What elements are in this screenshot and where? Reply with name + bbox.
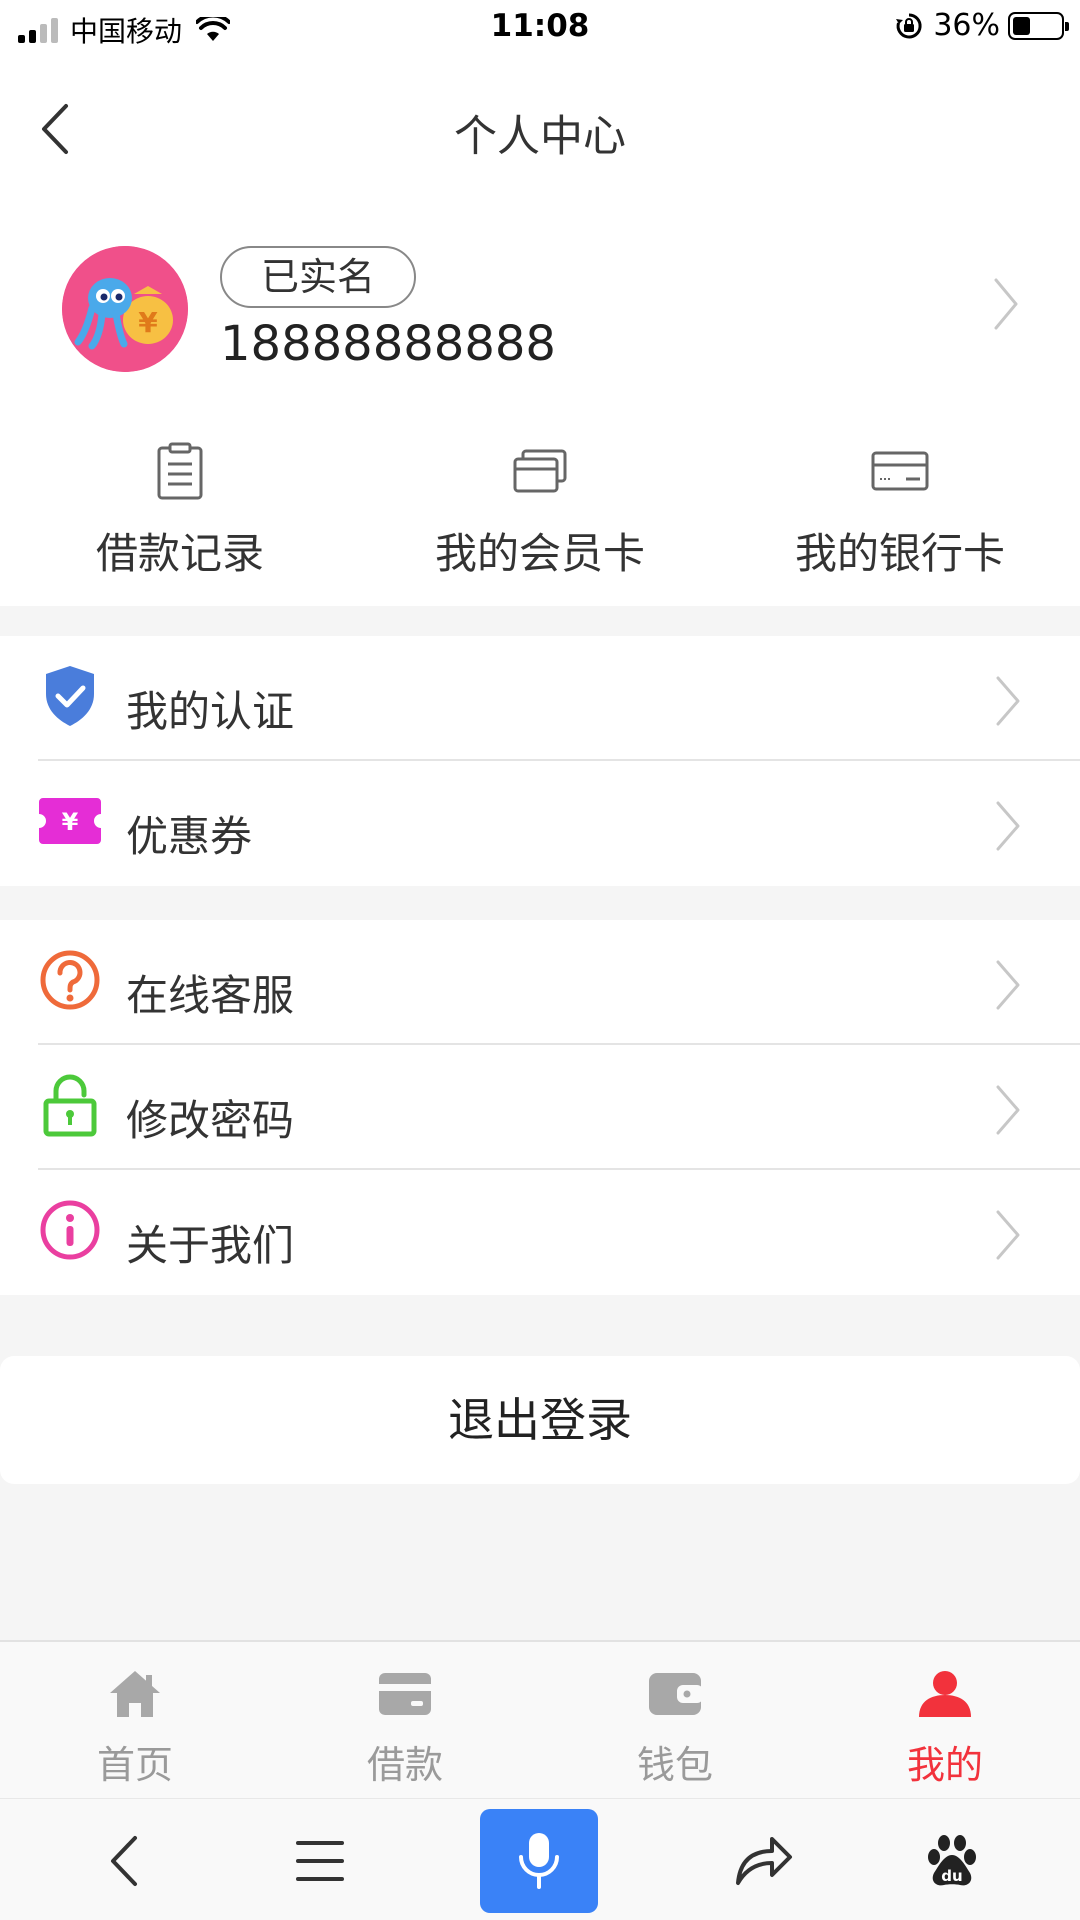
menu-icon bbox=[296, 1841, 344, 1881]
avatar[interactable]: ¥ bbox=[62, 246, 188, 372]
tab-wallet[interactable]: 钱包 bbox=[540, 1642, 810, 1798]
coupon-icon: ¥ bbox=[39, 798, 101, 844]
back-arrow-icon bbox=[111, 1836, 137, 1886]
menu-item-online-service[interactable]: 在线客服 bbox=[0, 920, 1080, 1045]
chevron-right-icon bbox=[996, 676, 1020, 726]
microphone-icon bbox=[519, 1833, 559, 1889]
member-card-button[interactable]: 我的会员卡 bbox=[360, 436, 720, 581]
verified-badge: 已实名 bbox=[220, 246, 416, 308]
cards-icon bbox=[513, 449, 567, 493]
profile-section: ¥ 已实名 18888888888 借款记录 我的会员卡 我的银行卡 bbox=[0, 196, 1080, 606]
battery-percent: 36% bbox=[933, 8, 1000, 43]
bank-card-button[interactable]: 我的银行卡 bbox=[720, 436, 1080, 581]
tab-mine[interactable]: 我的 bbox=[810, 1642, 1080, 1798]
clipboard-icon bbox=[157, 442, 203, 500]
menu-item-coupons[interactable]: ¥ 优惠券 bbox=[0, 761, 1080, 886]
menu-label: 我的认证 bbox=[126, 687, 295, 736]
profile-arrow-button[interactable] bbox=[992, 276, 1020, 336]
baidu-button[interactable]: du bbox=[900, 1809, 1004, 1913]
menu-label: 修改密码 bbox=[126, 1096, 295, 1145]
lock-icon bbox=[43, 1074, 97, 1137]
quick-actions: 借款记录 我的会员卡 我的银行卡 bbox=[0, 436, 1080, 581]
menu-group-account: 我的认证 ¥ 优惠券 bbox=[0, 636, 1080, 886]
tab-label: 首页 bbox=[96, 1743, 173, 1787]
menu-group-settings: 在线客服 修改密码 关于我们 bbox=[0, 920, 1080, 1295]
battery-icon bbox=[1008, 11, 1069, 40]
shield-check-icon bbox=[46, 666, 94, 726]
logout-button[interactable]: 退出登录 bbox=[0, 1356, 1080, 1484]
home-icon bbox=[110, 1671, 160, 1717]
tab-label: 我的 bbox=[906, 1743, 983, 1787]
menu-label: 优惠券 bbox=[126, 812, 253, 861]
bottom-tab-bar: 首页 借款 钱包 我的 bbox=[0, 1640, 1080, 1798]
svg-text:du: du bbox=[941, 1867, 962, 1885]
tab-label: 借款 bbox=[366, 1743, 443, 1787]
bank-card-icon bbox=[871, 451, 929, 491]
chevron-right-icon bbox=[994, 278, 1018, 330]
chevron-right-icon bbox=[996, 1085, 1020, 1135]
menu-item-my-verification[interactable]: 我的认证 bbox=[0, 636, 1080, 761]
chevron-right-icon bbox=[996, 801, 1020, 851]
avatar-mascot-icon: ¥ bbox=[62, 246, 188, 372]
quick-action-label: 借款记录 bbox=[95, 529, 264, 578]
menu-item-about-us[interactable]: 关于我们 bbox=[0, 1170, 1080, 1295]
svg-text:¥: ¥ bbox=[138, 306, 158, 339]
loan-records-button[interactable]: 借款记录 bbox=[0, 436, 360, 581]
browser-menu-button[interactable] bbox=[268, 1809, 372, 1913]
user-icon bbox=[919, 1671, 971, 1717]
menu-label: 关于我们 bbox=[126, 1221, 295, 1270]
status-bar: 中国移动 11:08 36% bbox=[0, 0, 1080, 56]
chevron-right-icon bbox=[996, 960, 1020, 1010]
quick-action-label: 我的银行卡 bbox=[794, 529, 1005, 578]
quick-action-label: 我的会员卡 bbox=[434, 529, 645, 578]
tab-home[interactable]: 首页 bbox=[0, 1642, 270, 1798]
rotation-lock-icon bbox=[896, 12, 922, 38]
menu-label: 在线客服 bbox=[126, 971, 295, 1020]
menu-item-change-password[interactable]: 修改密码 bbox=[0, 1045, 1080, 1170]
share-arrow-icon bbox=[736, 1837, 792, 1885]
browser-toolbar: du bbox=[0, 1798, 1080, 1920]
share-button[interactable] bbox=[712, 1809, 816, 1913]
page-title: 个人中心 bbox=[454, 112, 626, 162]
nav-bar: 个人中心 bbox=[0, 56, 1080, 196]
tab-loan[interactable]: 借款 bbox=[270, 1642, 540, 1798]
baidu-paw-icon: du bbox=[928, 1835, 976, 1886]
svg-text:¥: ¥ bbox=[62, 808, 79, 836]
wallet-icon bbox=[649, 1673, 703, 1715]
tab-label: 钱包 bbox=[636, 1743, 713, 1787]
voice-search-button[interactable] bbox=[480, 1809, 598, 1913]
phone-number: 18888888888 bbox=[220, 316, 556, 372]
info-icon bbox=[40, 1200, 100, 1260]
help-icon bbox=[40, 950, 100, 1010]
chevron-right-icon bbox=[996, 1210, 1020, 1260]
status-right: 36% bbox=[895, 8, 1069, 43]
browser-back-button[interactable] bbox=[72, 1809, 176, 1913]
card-icon bbox=[379, 1673, 431, 1715]
